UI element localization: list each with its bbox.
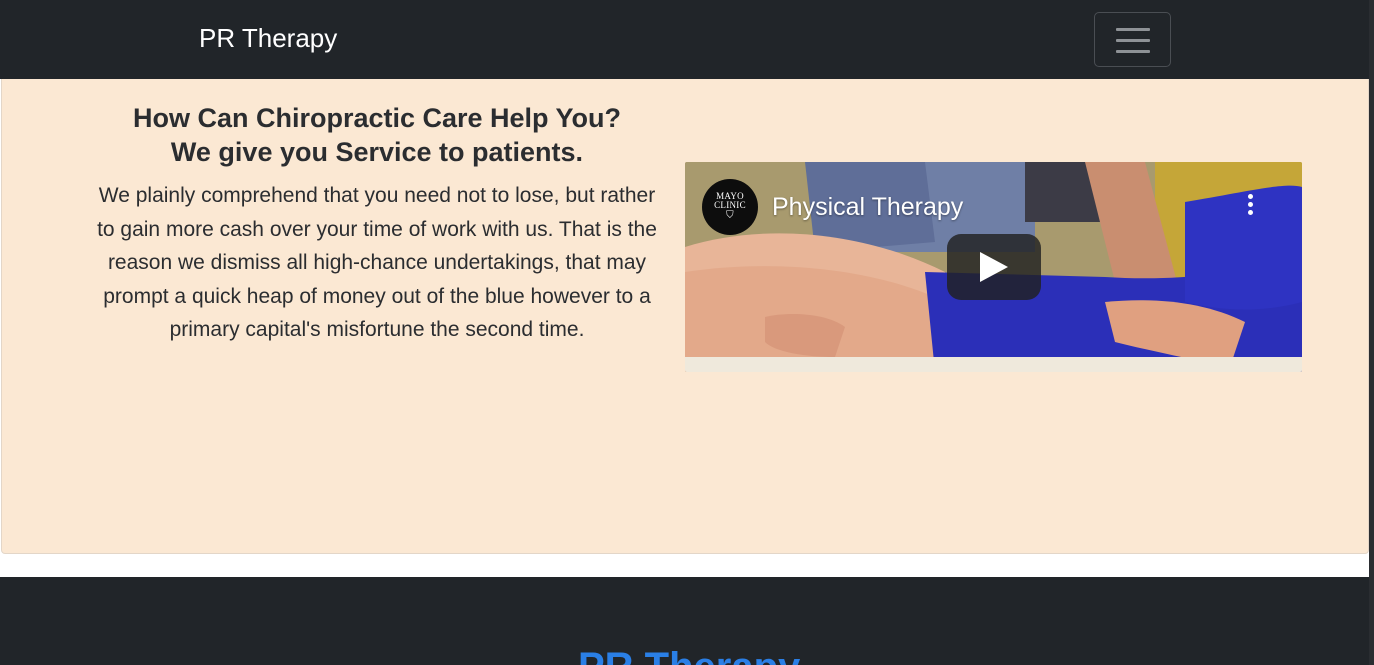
page-scrollbar[interactable] xyxy=(1369,0,1374,665)
hero-paragraph: We plainly comprehend that you need not … xyxy=(97,184,657,342)
channel-logo-text-2: CLINIC xyxy=(714,200,746,210)
more-vert-icon[interactable] xyxy=(1245,194,1255,222)
video-embed[interactable]: MAYO CLINIC ⛉ Physical Therapy xyxy=(685,162,1302,372)
hero-text: How Can Chiropractic Care Help You? We g… xyxy=(92,101,662,347)
hero-heading: How Can Chiropractic Care Help You? We g… xyxy=(92,101,662,169)
navbar-toggle-button[interactable] xyxy=(1094,12,1171,67)
hero-heading-line2: We give you Service to patients. xyxy=(170,137,584,167)
shield-icon: ⛉ xyxy=(726,210,734,221)
footer-brand[interactable]: PR Therapy xyxy=(578,643,800,665)
page-footer: PR Therapy xyxy=(0,577,1369,665)
hero-heading-line1: How Can Chiropractic Care Help You? xyxy=(132,103,622,133)
channel-logo[interactable]: MAYO CLINIC ⛉ xyxy=(702,179,758,235)
video-title[interactable]: Physical Therapy xyxy=(772,192,963,222)
top-navbar: PR Therapy xyxy=(0,0,1369,79)
play-button[interactable] xyxy=(947,234,1041,300)
navbar-brand[interactable]: PR Therapy xyxy=(199,22,337,54)
play-icon xyxy=(980,252,1008,282)
